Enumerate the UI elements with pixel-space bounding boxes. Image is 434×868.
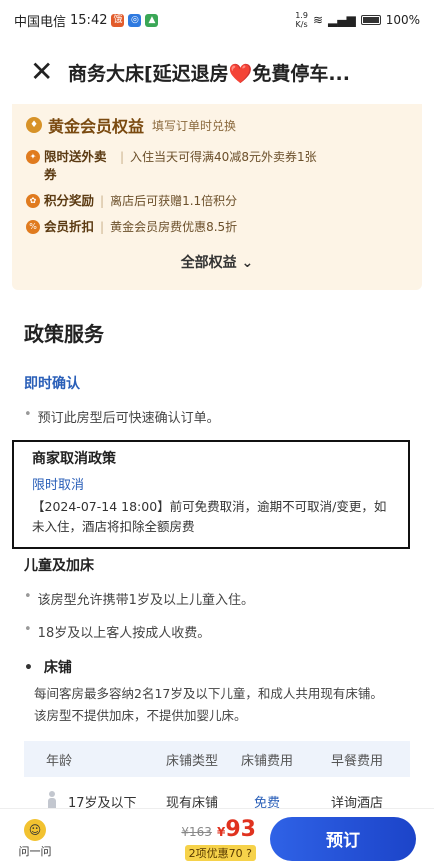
- all-benefits-button[interactable]: 全部权益 ⌄: [26, 252, 408, 272]
- carrier-label: 中国电信: [14, 14, 67, 30]
- col-age: 年龄: [46, 753, 73, 769]
- bullet-dot: •: [24, 622, 32, 637]
- discount-icon: %: [26, 220, 40, 234]
- benefit-label: 限时送外卖券: [44, 149, 107, 182]
- col-bed-type: 床铺类型: [165, 753, 218, 769]
- cancel-policy-box: 商家取消政策 限时取消 【2024-07-14 18:00】前可免费取消，逾期不…: [12, 440, 410, 549]
- discount-badge[interactable]: 2项优惠70 ?: [184, 844, 256, 861]
- bed-desc-line: 该房型不提供加床，不提供加婴儿床。: [34, 708, 247, 723]
- instant-confirm-title: 即时确认: [24, 376, 80, 392]
- table-header: 年龄 床铺类型 床铺费用 早餐费用: [24, 741, 410, 777]
- policy-title: 政策服务: [24, 322, 104, 346]
- benefit-desc: 黄金会员房费优惠8.5折: [110, 220, 238, 234]
- bed-desc-line: 每间客房最多容纳2名17岁及以下儿童，和成人共用现有床铺。: [34, 686, 383, 701]
- page-title: 商务大床[延迟退房❤️免費停车...: [68, 62, 350, 85]
- signal-icon: ▂▄▆: [328, 13, 356, 27]
- section-gap: [0, 290, 434, 308]
- title-bar: ✕ 商务大床[延迟退房❤️免費停车...: [0, 40, 434, 104]
- bed-desc: 每间客房最多容纳2名17岁及以下儿童，和成人共用现有床铺。 该房型不提供加床，不…: [24, 683, 410, 727]
- benefit-item: ✦ 限时送外卖券 | 入住当天可得满40减8元外卖券1张: [26, 148, 408, 184]
- member-title: 黄金会员权益: [48, 117, 145, 136]
- member-benefits-card: ♦ 黄金会员权益 填写订单时兑换 ✦ 限时送外卖券 | 入住当天可得满40减8元…: [12, 104, 422, 290]
- clock-label: 15:42: [70, 12, 108, 28]
- gift-icon: ✦: [26, 150, 40, 164]
- bullet-dot: •: [24, 589, 32, 604]
- kids-bed-title: 儿童及加床: [24, 558, 94, 574]
- battery-label: 100%: [385, 13, 420, 27]
- col-breakfast-fee: 早餐费用: [330, 753, 383, 769]
- kids-item: • 18岁及以上客人按成人收费。: [24, 622, 410, 641]
- bullet-dot: •: [24, 407, 32, 422]
- diamond-icon: ♦: [26, 117, 42, 133]
- cancel-policy-desc: 【2024-07-14 18:00】前可免费取消，逾期不可取消/变更，如未入住，…: [32, 499, 387, 534]
- bullet-text: 18岁及以上客人按成人收费。: [37, 626, 211, 641]
- divider: |: [100, 220, 105, 234]
- points-icon: ✿: [26, 194, 40, 208]
- benefit-desc: 入住当天可得满40减8元外卖券1张: [130, 150, 317, 164]
- book-button[interactable]: 预订: [270, 816, 416, 861]
- close-icon[interactable]: ✕: [30, 58, 60, 86]
- net-speed: 1.9 K/s: [295, 11, 308, 29]
- benefit-desc: 离店后可获赠1.1倍积分: [110, 194, 238, 208]
- price-area[interactable]: ¥163 ¥93 2项优惠70 ?: [166, 817, 256, 861]
- bed-title-text: 床铺: [43, 660, 72, 676]
- current-price: 93: [225, 816, 256, 842]
- member-card-header: ♦ 黄金会员权益 填写订单时兑换: [26, 110, 408, 140]
- battery-icon: [360, 15, 381, 25]
- instant-confirm-desc: • 预订此房型后可快速确认订单。: [24, 407, 410, 426]
- divider: |: [100, 194, 105, 208]
- policy-section: 政策服务 即时确认 • 预订此房型后可快速确认订单。 商家取消政策 限时取消 【…: [0, 318, 434, 825]
- ask-label: 问一问: [18, 844, 52, 858]
- app-notify-icon-3: ▲: [145, 13, 159, 27]
- cancel-policy-type: 限时取消: [32, 478, 85, 493]
- original-price: ¥163: [181, 824, 212, 839]
- bullet-text: 该房型允许携带1岁及以上儿童入住。: [37, 593, 254, 608]
- wifi-icon: ≋: [312, 13, 323, 27]
- member-subtitle: 填写订单时兑换: [152, 118, 237, 133]
- app-notify-icon-2: ◎: [128, 13, 142, 27]
- status-left: 中国电信 15:42 饿 ◎ ▲: [14, 11, 159, 30]
- bullet-dot: •: [24, 660, 33, 676]
- bullet-text: 预订此房型后可快速确认订单。: [37, 411, 220, 426]
- bottom-bar: ☺ 问一问 ¥163 ¥93 2项优惠70 ? 预订: [0, 808, 434, 868]
- kids-item: • 该房型允许携带1岁及以上儿童入住。: [24, 589, 410, 608]
- ask-button[interactable]: ☺ 问一问: [0, 818, 70, 859]
- col-bed-fee: 床铺费用: [240, 753, 293, 769]
- cancel-policy-title: 商家取消政策: [32, 451, 116, 467]
- status-right: 1.9 K/s ≋ ▂▄▆ 100%: [295, 11, 420, 29]
- benefit-label: 积分奖励: [44, 193, 95, 208]
- benefit-label: 会员折扣: [44, 219, 95, 234]
- benefit-item: % 会员折扣 | 黄金会员房费优惠8.5折: [26, 218, 408, 236]
- bed-title: • 床铺: [24, 657, 410, 677]
- benefit-item: ✿ 积分奖励 | 离店后可获赠1.1倍积分: [26, 192, 408, 210]
- assistant-icon: ☺: [24, 818, 46, 841]
- divider: |: [120, 150, 125, 164]
- app-notify-icon: 饿: [111, 13, 125, 27]
- status-bar: 中国电信 15:42 饿 ◎ ▲ 1.9 K/s ≋ ▂▄▆ 100%: [0, 0, 434, 40]
